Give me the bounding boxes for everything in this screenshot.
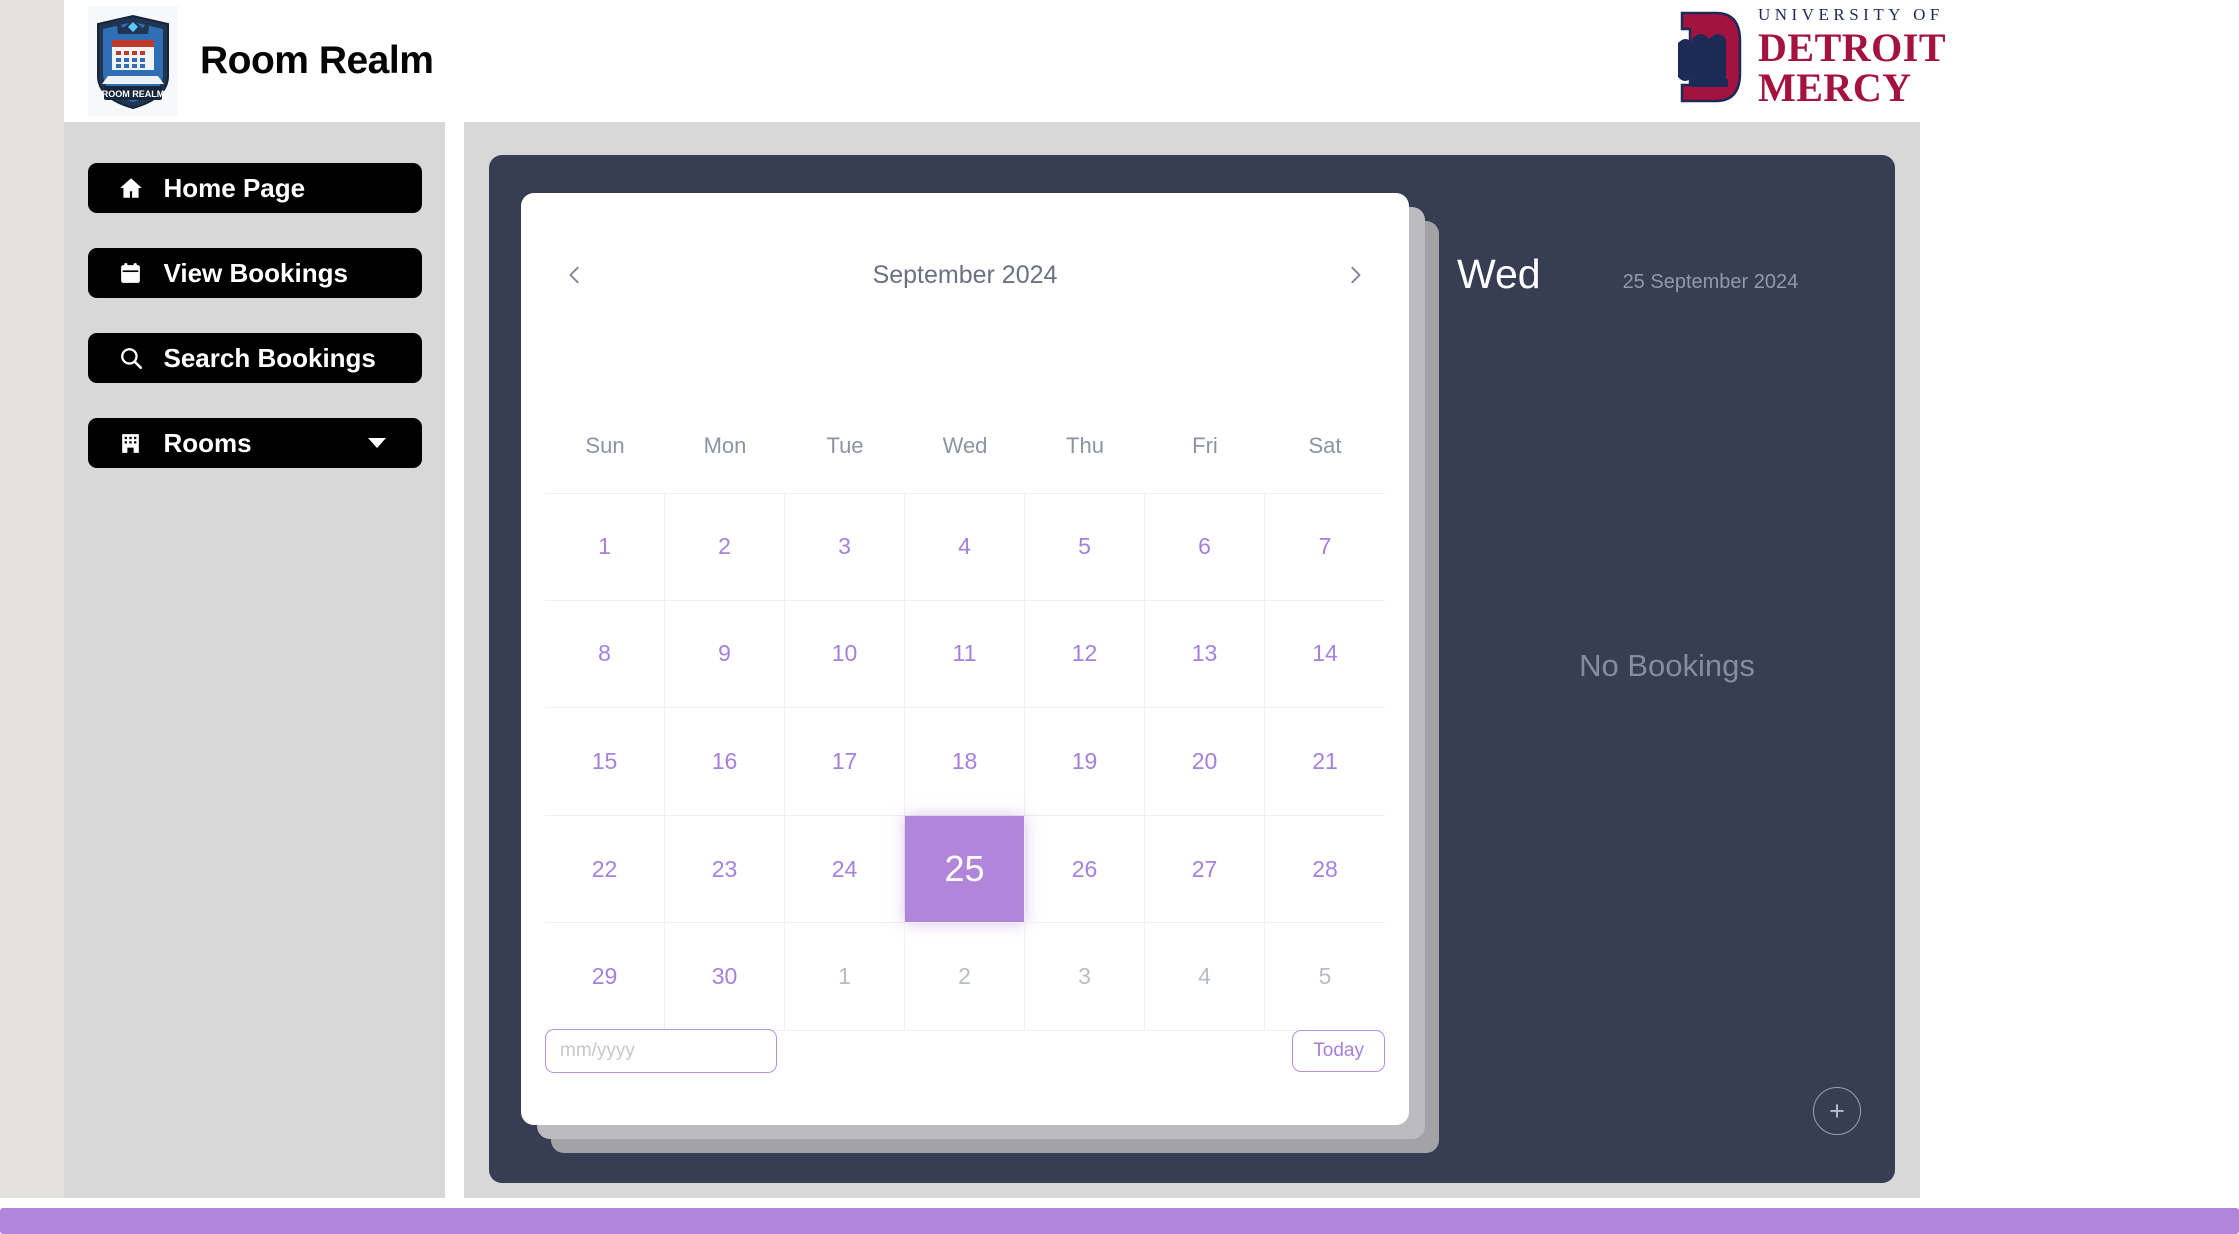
day-of-week-label: Wed: [1457, 251, 1541, 297]
calendar-day[interactable]: 3: [1025, 923, 1145, 1031]
today-button[interactable]: Today: [1292, 1030, 1385, 1072]
calendar-day[interactable]: 14: [1265, 601, 1385, 709]
room-realm-logo: ROOM REALM: [88, 6, 178, 116]
next-month-button[interactable]: [1333, 253, 1377, 297]
booking-panel: September 2024 Sun Mon Tue Wed Thu Fri S…: [489, 155, 1895, 1183]
calendar-day[interactable]: 1: [785, 923, 905, 1031]
shield-logo-icon: ROOM REALM: [97, 14, 169, 110]
building-icon: [116, 428, 146, 458]
sidebar-item-label: Rooms: [163, 427, 252, 458]
calendar-day-grid: 1 2 3 4 5 6 7 8 9 10 11 12 13 14 15 16 17 18 19 20 21 22 23 24 2…: [545, 493, 1385, 1031]
calendar-day[interactable]: 1: [545, 493, 665, 601]
calendar-day[interactable]: 21: [1265, 708, 1385, 816]
calendar-day[interactable]: 4: [905, 493, 1025, 601]
calendar-day[interactable]: 10: [785, 600, 905, 709]
calendar-day[interactable]: 11: [905, 600, 1025, 709]
calendar-day[interactable]: 4: [1145, 923, 1265, 1031]
calendar-day[interactable]: 28: [1265, 816, 1385, 924]
sidebar-item-view-bookings[interactable]: View Bookings: [87, 248, 422, 298]
calendar-icon: [116, 258, 146, 288]
brand: ROOM REALM Room Realm: [88, 6, 434, 116]
calendar-weekday-header: Sun Mon Tue Wed Thu Fri Sat: [545, 433, 1385, 459]
sidebar-item-label: Home Page: [163, 172, 306, 203]
calendar-footer: Go Today: [545, 1029, 1385, 1073]
calendar-day[interactable]: 27: [1145, 815, 1265, 924]
svg-text:ROOM REALM: ROOM REALM: [102, 89, 165, 99]
calendar-day[interactable]: 5: [1265, 923, 1385, 1031]
calendar-day[interactable]: 18: [905, 708, 1025, 816]
weekday-label: Wed: [942, 433, 988, 458]
full-date-label: 25 September 2024: [1622, 271, 1799, 293]
calendar-month-title: September 2024: [872, 260, 1058, 289]
calendar-day[interactable]: 5: [1025, 493, 1145, 601]
day-detail-column: Wed 25 September 2024 No Bookings +: [1457, 193, 1877, 1153]
calendar-day[interactable]: 23: [665, 815, 785, 924]
sidebar-item-label: Search Bookings: [163, 342, 376, 373]
calendar-day[interactable]: 9: [665, 600, 785, 709]
search-icon: [116, 343, 146, 373]
sidebar-item-label: View Bookings: [163, 257, 348, 288]
weekday-label: Mon: [703, 433, 747, 458]
calendar-day[interactable]: 20: [1145, 708, 1265, 816]
weekday-label: Sun: [585, 433, 625, 458]
calendar-day[interactable]: 17: [785, 708, 905, 816]
university-line-2: DETROIT: [1758, 25, 1946, 70]
calendar-day[interactable]: 13: [1145, 600, 1265, 709]
content-area: September 2024 Sun Mon Tue Wed Thu Fri S…: [464, 122, 1920, 1198]
calendar-card: September 2024 Sun Mon Tue Wed Thu Fri S…: [521, 193, 1409, 1125]
day-detail-header: Wed 25 September 2024: [1457, 251, 1877, 298]
home-icon: [116, 173, 146, 203]
prev-month-button[interactable]: [553, 253, 597, 297]
chevron-down-icon: [367, 438, 386, 448]
calendar-day[interactable]: 6: [1145, 493, 1265, 601]
calendar-day[interactable]: 22: [545, 815, 665, 924]
calendar-day[interactable]: 3: [785, 493, 905, 601]
calendar-day[interactable]: 30: [665, 923, 785, 1031]
chevron-left-icon: [569, 266, 579, 284]
calendar-day[interactable]: 19: [1025, 708, 1145, 816]
university-line-3: MERCY: [1758, 65, 1912, 110]
calendar-day[interactable]: 2: [665, 493, 785, 601]
calendar-day-selected[interactable]: 25: [905, 815, 1025, 924]
calendar-day[interactable]: 16: [665, 708, 785, 816]
footer-bar: [0, 1208, 2239, 1234]
goto-month-input[interactable]: [546, 1030, 776, 1072]
sidebar-item-search-bookings[interactable]: Search Bookings: [87, 333, 422, 383]
weekday-label: Tue: [826, 433, 864, 458]
weekday-label: Thu: [1066, 433, 1104, 458]
sidebar-item-rooms[interactable]: Rooms: [87, 418, 422, 468]
weekday-label: Sat: [1308, 433, 1342, 458]
chevron-right-icon: [1351, 266, 1361, 284]
calendar-header: September 2024: [521, 245, 1409, 305]
calendar-day[interactable]: 7: [1265, 493, 1385, 601]
university-wordmark: UNIVERSITY OF DETROIT MERCY: [1758, 6, 1946, 108]
no-bookings-message: No Bookings: [1579, 648, 1755, 683]
university-logo: UNIVERSITY OF DETROIT MERCY: [1674, 6, 1946, 108]
calendar-day[interactable]: 15: [545, 708, 665, 816]
detroit-mercy-monogram-icon: [1678, 11, 1742, 103]
weekday-label: Fri: [1192, 433, 1218, 458]
university-line-1: UNIVERSITY OF: [1758, 5, 1944, 24]
brand-title: Room Realm: [200, 39, 434, 82]
add-booking-button[interactable]: +: [1813, 1087, 1861, 1135]
goto-month-group: Go: [545, 1029, 777, 1073]
sidebar: Home Page View Bookings Search Bookings: [64, 122, 445, 1198]
app-header: ROOM REALM Room Realm UNIVERSITY OF DETR…: [64, 0, 2239, 122]
calendar-day[interactable]: 2: [905, 923, 1025, 1031]
calendar-day[interactable]: 29: [545, 923, 665, 1031]
calendar-day[interactable]: 24: [785, 815, 905, 924]
calendar-day[interactable]: 26: [1025, 815, 1145, 924]
sidebar-item-home-page[interactable]: Home Page: [87, 163, 422, 213]
calendar-day[interactable]: 12: [1025, 600, 1145, 709]
calendar-day[interactable]: 8: [545, 600, 665, 709]
left-margin-strip: [0, 0, 64, 1198]
